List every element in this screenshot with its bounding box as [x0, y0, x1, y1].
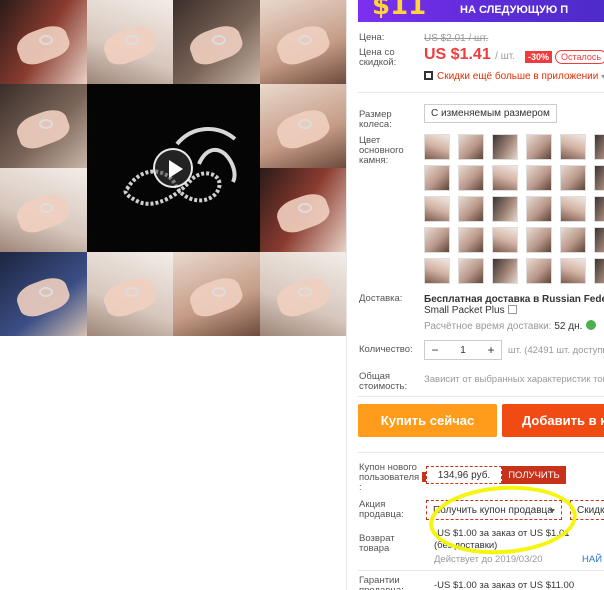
size-option-button[interactable]: С изменяемым размером: [424, 104, 557, 123]
qr-code-icon: [424, 71, 433, 80]
gallery-thumbnail[interactable]: [0, 252, 87, 336]
get-coupon-button[interactable]: ПОЛУЧИТЬ: [502, 466, 566, 484]
stock-info: шт. (42491 шт. доступн: [508, 345, 604, 356]
app-discount-text: Скидки ещё больше в приложении: [437, 71, 599, 82]
color-swatch[interactable]: [424, 196, 450, 222]
color-swatch[interactable]: [560, 165, 586, 191]
color-swatch[interactable]: [560, 258, 586, 284]
total-text: Зависит от выбранных характеристик тов: [424, 374, 604, 385]
gallery-thumbnail[interactable]: [173, 252, 260, 336]
color-swatch[interactable]: [458, 196, 484, 222]
offer-1-validity: Действует до 2019/03/20: [434, 554, 543, 565]
offer-2-line-1: -US $1.00 за заказ от US $11.00: [434, 580, 575, 590]
promo-banner[interactable]: $11 НА СЛЕДУЮЩУЮ П: [358, 0, 604, 22]
sale-price-label: Цена со скидкой:: [359, 47, 397, 68]
product-details-panel: $11 НА СЛЕДУЮЩУЮ П Цена: US $2.01 / шт. …: [346, 0, 604, 590]
size-label: Размер колеса:: [359, 109, 392, 130]
color-swatch[interactable]: [492, 165, 518, 191]
color-swatch[interactable]: [424, 227, 450, 253]
quantity-input[interactable]: 1: [445, 341, 481, 359]
color-swatch[interactable]: [560, 196, 586, 222]
color-swatch[interactable]: [560, 227, 586, 253]
promo-text: НА СЛЕДУЮЩУЮ П: [460, 4, 569, 16]
new-user-coupon-value: 134,96 руб.: [426, 466, 502, 484]
gallery-thumbnail[interactable]: [259, 252, 346, 336]
price-unit: / шт.: [495, 51, 516, 62]
old-price: US $2.01 / шт.: [424, 33, 489, 44]
color-swatch[interactable]: [594, 258, 604, 284]
color-swatch[interactable]: [492, 196, 518, 222]
color-label: Цвет основного камня:: [359, 135, 404, 166]
gallery-thumbnail[interactable]: [86, 0, 173, 84]
color-swatch[interactable]: [492, 134, 518, 160]
color-swatch[interactable]: [424, 134, 450, 160]
find-link[interactable]: НАЙ: [582, 554, 602, 565]
gallery-thumbnail[interactable]: [173, 0, 260, 84]
gallery-thumbnail[interactable]: [259, 168, 346, 252]
price-label: Цена:: [359, 32, 385, 43]
gallery-thumbnail[interactable]: [0, 0, 87, 84]
total-label: Общая стоимость:: [359, 371, 408, 392]
shipping-label: Доставка:: [359, 293, 403, 304]
gallery-thumbnail[interactable]: [259, 84, 346, 168]
add-to-cart-button[interactable]: Добавить в ко: [502, 404, 604, 437]
check-icon: [586, 320, 597, 330]
color-swatch[interactable]: [594, 134, 604, 160]
sale-price-value: US $1.41: [424, 46, 491, 63]
sale-price: US $1.41 / шт.: [424, 46, 515, 64]
gallery-thumbnail[interactable]: [0, 168, 87, 252]
color-swatch[interactable]: [526, 196, 552, 222]
color-swatch[interactable]: [458, 134, 484, 160]
app-discount-link[interactable]: Скидки ещё больше в приложении ▾: [424, 71, 604, 82]
quantity-label: Количество:: [359, 344, 413, 355]
color-swatch[interactable]: [424, 165, 450, 191]
remaining-badge: Осталось: [555, 50, 604, 64]
color-swatch[interactable]: [458, 258, 484, 284]
color-swatch[interactable]: [526, 227, 552, 253]
new-user-coupon-label: Купон нового пользователя :: [359, 462, 420, 493]
delivery-estimate: Расчётное время доставки: 52 дн.: [424, 320, 597, 332]
color-swatch-grid: [424, 134, 604, 284]
color-swatch[interactable]: [458, 165, 484, 191]
discount-badge: -30%: [525, 51, 553, 63]
color-swatch[interactable]: [594, 165, 604, 191]
guarantee-label: Гарантии продавца:: [359, 575, 404, 590]
increase-button[interactable]: +: [481, 341, 501, 359]
promo-amount: $11: [372, 0, 427, 21]
color-swatch[interactable]: [526, 134, 552, 160]
decrease-button[interactable]: −: [425, 341, 445, 359]
gallery-thumbnail[interactable]: [86, 252, 173, 336]
seller-promo-label: Акция продавца:: [359, 499, 404, 520]
shipping-method[interactable]: Small Packet Plus: [424, 305, 517, 316]
color-swatch[interactable]: [526, 165, 552, 191]
color-swatch[interactable]: [594, 196, 604, 222]
color-swatch[interactable]: [424, 258, 450, 284]
product-video[interactable]: [86, 84, 260, 252]
gallery-thumbnail[interactable]: [0, 84, 87, 168]
color-swatch[interactable]: [492, 227, 518, 253]
color-swatch[interactable]: [560, 134, 586, 160]
color-swatch[interactable]: [526, 258, 552, 284]
color-swatch[interactable]: [458, 227, 484, 253]
eta-value: 52 дн.: [554, 321, 583, 332]
return-label: Возврат товара: [359, 533, 395, 554]
chevron-down-icon: [507, 305, 517, 314]
shipping-method-text: Small Packet Plus: [424, 305, 505, 316]
play-icon[interactable]: [152, 148, 193, 188]
color-swatch[interactable]: [492, 258, 518, 284]
eta-label: Расчётное время доставки:: [424, 321, 552, 332]
gallery-thumbnail[interactable]: [259, 0, 346, 84]
quantity-stepper: − 1 +: [424, 340, 502, 360]
color-swatch[interactable]: [594, 227, 604, 253]
buy-now-button[interactable]: Купить сейчас: [358, 404, 497, 437]
